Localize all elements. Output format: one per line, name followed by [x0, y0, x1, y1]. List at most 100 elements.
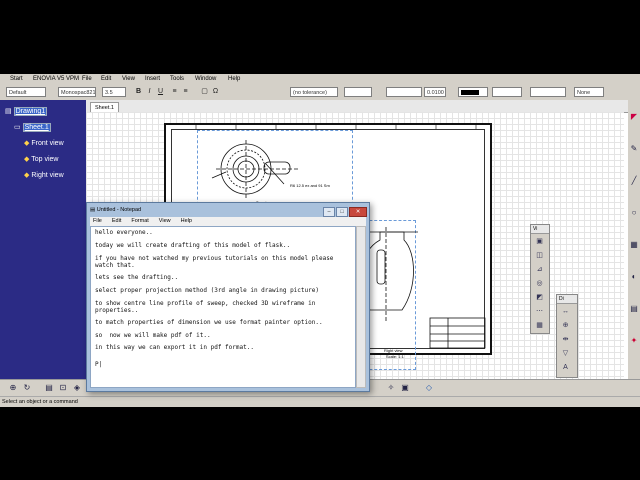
letterbox-top	[0, 0, 640, 74]
projection-icon[interactable]: ◫	[534, 251, 545, 261]
notepad-menu: File Edit Format View Help	[90, 217, 366, 226]
menu-tools[interactable]: Tools	[170, 74, 184, 84]
tree-view-right[interactable]: ◆ Right view	[24, 171, 64, 179]
menu-enovia[interactable]: ENOVIA V5 VPM	[33, 74, 79, 84]
detail-icon[interactable]: ◎	[534, 279, 545, 289]
right-view-label: Right view	[384, 348, 403, 353]
line-weight-select[interactable]	[530, 87, 566, 97]
notepad-menu-view[interactable]: View	[159, 218, 171, 224]
menu-insert[interactable]: Insert	[145, 74, 160, 84]
close-button[interactable]: ✕	[349, 207, 367, 217]
tolerance-value-field[interactable]	[344, 87, 372, 97]
text-icon[interactable]: A	[560, 363, 571, 373]
table-icon[interactable]: ▦	[629, 240, 639, 250]
text-line: P|	[95, 361, 103, 368]
text-line: so now we will make pdf of it..	[95, 332, 211, 339]
dimension-label[interactable]: R6 12.5 ex and 91 Sm	[290, 183, 330, 188]
tree-view-front[interactable]: ◆ Front view	[24, 139, 64, 147]
text-properties-toolbar: Default Monospac821 3.5 B I U ≡ ≡ ▢ Ω (n…	[0, 84, 640, 101]
line-color-select[interactable]	[458, 87, 488, 97]
menu-help[interactable]: Help	[228, 74, 240, 84]
text-line: if you have not watched my previous tuto…	[95, 255, 334, 262]
bottom-tool-icon[interactable]: ◈	[72, 383, 82, 393]
tolerance-icon[interactable]: ⊕	[560, 321, 571, 331]
frame-ticks	[195, 123, 477, 129]
clipping-icon[interactable]: ◩	[534, 293, 545, 303]
notepad-menu-file[interactable]: File	[93, 218, 102, 224]
menu-start[interactable]: Start	[10, 74, 23, 84]
notepad-menu-help[interactable]: Help	[181, 218, 192, 224]
font-select[interactable]: Monospac821	[58, 87, 96, 97]
text-line: lets see the drafting..	[95, 274, 179, 281]
dimensioning-palette[interactable]: Di ↔ ⊕ ⇹ ▽ A	[556, 294, 578, 378]
line-type-select[interactable]	[492, 87, 522, 97]
style-select[interactable]: Default	[6, 87, 46, 97]
letterbox-bottom	[0, 407, 640, 480]
line-none-select[interactable]: None	[574, 87, 604, 97]
menu-file[interactable]: File	[82, 74, 92, 84]
dimensioning-palette-title: Di	[557, 295, 577, 304]
bottom-tool-icon[interactable]: ↻	[22, 383, 32, 393]
tolerance-select[interactable]: (no tolerance)	[290, 87, 338, 97]
font-size-select[interactable]: 3.5	[102, 87, 126, 97]
menu-bar: Start ENOVIA V5 VPM File Edit View Inser…	[0, 74, 640, 84]
sheet-icon: ▭	[14, 124, 21, 131]
bottom-tool-icon[interactable]: ⊕	[8, 383, 18, 393]
precision-select[interactable]: 0.0100	[424, 87, 446, 97]
minimize-button[interactable]: –	[323, 207, 335, 217]
tree-view-top[interactable]: ◆ Top view	[24, 155, 58, 163]
bottom-tool-icon[interactable]: ✧	[386, 383, 396, 393]
menu-view[interactable]: View	[122, 74, 135, 84]
menu-window[interactable]: Window	[195, 74, 216, 84]
notepad-menu-format[interactable]: Format	[131, 218, 148, 224]
symbol-icon[interactable]: Ω	[211, 87, 220, 97]
align-icon[interactable]: ≡	[170, 87, 179, 97]
view-icon: ◆	[24, 140, 30, 147]
notepad-title: Untitled - Notepad	[96, 207, 142, 213]
tree-view-label: Front view	[31, 140, 64, 147]
notepad-menu-edit[interactable]: Edit	[112, 218, 121, 224]
menu-edit[interactable]: Edit	[101, 74, 111, 84]
justify-icon[interactable]: ≡	[181, 87, 190, 97]
bottom-tool-icon[interactable]: ▤	[44, 383, 54, 393]
maximize-button[interactable]: □	[336, 207, 348, 217]
wizard-icon[interactable]: ▦	[534, 321, 545, 331]
bold-icon[interactable]: B	[134, 87, 143, 97]
text-line: to show centre line profile of sweep, ch…	[95, 300, 316, 307]
dress-up-icon[interactable]: ◐	[629, 272, 639, 282]
text-line: select proper projection method (3rd ang…	[95, 287, 319, 294]
notepad-titlebar[interactable]: ▤ Untitled - Notepad – □ ✕	[87, 203, 369, 217]
datum-icon[interactable]: ▽	[560, 349, 571, 359]
dimension-icon[interactable]: ↔	[560, 307, 571, 317]
status-bar: Select an object or a command	[0, 396, 640, 407]
bottom-tool-icon[interactable]: ◇	[424, 383, 434, 393]
front-view-icon[interactable]: ▣	[534, 237, 545, 247]
notepad-scrollbar[interactable]	[356, 226, 366, 388]
text-line: properties..	[95, 307, 139, 314]
notepad-text-area[interactable]: hello everyone.. today we will create dr…	[90, 226, 356, 388]
underline-icon[interactable]: U	[156, 87, 165, 97]
notepad-window[interactable]: ▤ Untitled - Notepad – □ ✕ File Edit Format V…	[86, 202, 370, 392]
tree-sheet-node[interactable]: ▭ Sheet.1	[14, 123, 51, 132]
frame-icon[interactable]: ▢	[200, 87, 209, 97]
circle-icon[interactable]: ○	[629, 208, 639, 218]
tree-view-label: Right view	[31, 172, 64, 179]
text-line: in this way we can export it in pdf form…	[95, 344, 254, 351]
chain-dimension-icon[interactable]: ⇹	[560, 335, 571, 345]
scale-label: Scale: 1:1	[386, 354, 404, 359]
specification-tree: ▤ Drawing1 ▭ Sheet.1 ◆ Front view ◆ Top …	[0, 100, 86, 390]
sketch-icon[interactable]: ✎	[629, 144, 639, 154]
break-icon[interactable]: ⋯	[534, 307, 545, 317]
precision-field[interactable]	[386, 87, 422, 97]
section-icon[interactable]: ⊿	[534, 265, 545, 275]
tree-view-label: Top view	[31, 156, 59, 163]
line-icon[interactable]: ╱	[629, 176, 639, 186]
tree-drawing-node[interactable]: ▤ Drawing1	[5, 107, 48, 116]
bottom-tool-icon[interactable]: ⊡	[58, 383, 68, 393]
bottom-tool-icon[interactable]: ▣	[400, 383, 410, 393]
tree-drawing-label: Drawing1	[13, 107, 48, 116]
italic-icon[interactable]: I	[145, 87, 154, 97]
grid-icon[interactable]: ▤	[629, 304, 639, 314]
views-palette[interactable]: Vi ▣ ◫ ⊿ ◎ ◩ ⋯ ▦	[530, 224, 550, 334]
select-icon[interactable]: ◤	[629, 112, 639, 122]
